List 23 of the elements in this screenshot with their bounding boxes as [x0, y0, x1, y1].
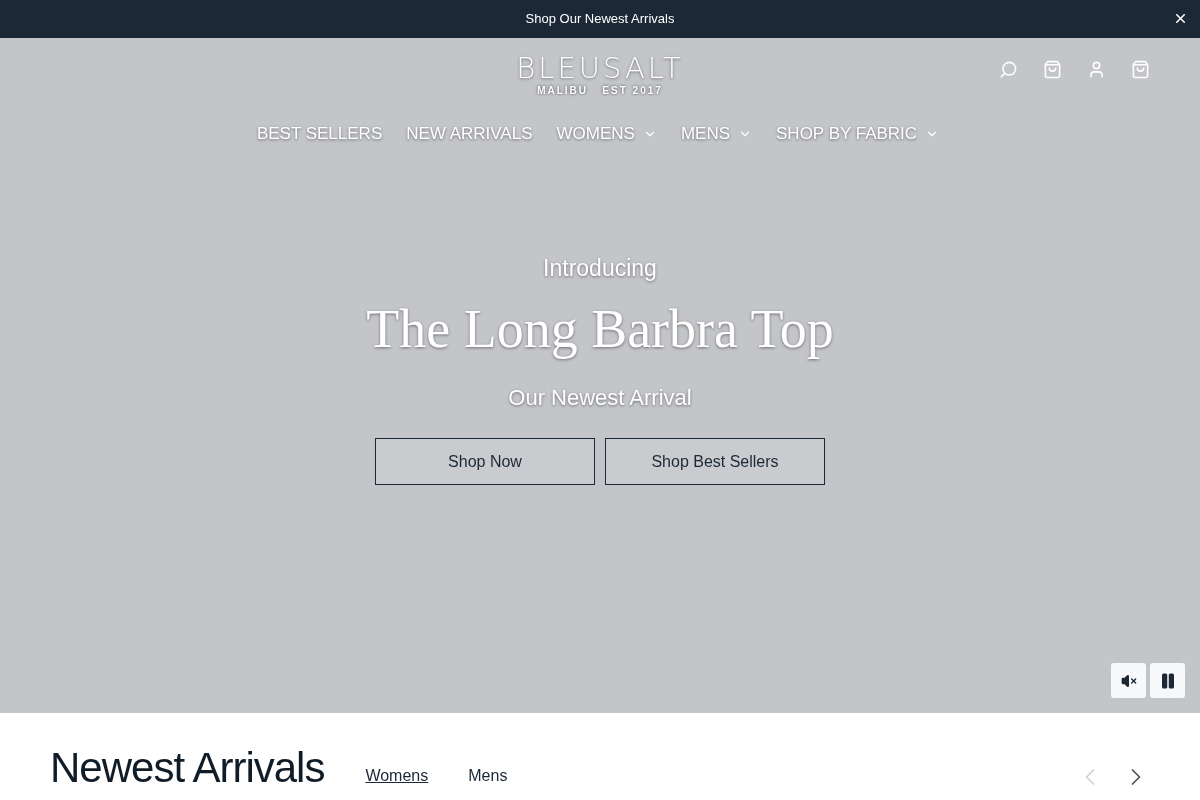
account-icon[interactable] — [1087, 60, 1106, 79]
hero-button[interactable]: Shop Best Sellers — [605, 438, 825, 485]
hero-eyebrow: Introducing — [543, 253, 657, 283]
close-button[interactable] — [1173, 11, 1188, 26]
unmute-button[interactable] — [1111, 663, 1146, 698]
hero-title: The Long Barbra Top — [366, 298, 834, 361]
cart-icon[interactable] — [1131, 60, 1150, 79]
wishlist-bag-icon[interactable] — [1043, 60, 1062, 79]
nav-link[interactable]: SHOP BY FABRIC — [776, 121, 944, 147]
hero-subtitle: Our Newest Arrival — [508, 384, 692, 412]
nav-link[interactable]: BEST SELLERS — [256, 121, 387, 147]
nav-link[interactable]: MENS — [680, 121, 757, 147]
logo[interactable]: BLEUSALT MALIBU EST 2017 — [516, 53, 684, 98]
hero-button[interactable]: Shop Now — [375, 438, 595, 485]
muted-speaker-icon — [1120, 672, 1137, 689]
pause-button[interactable] — [1150, 663, 1185, 698]
category-tab[interactable]: Womens — [365, 764, 429, 788]
announcement-text[interactable]: Shop Our Newest Arrivals — [525, 9, 675, 29]
nav-link[interactable]: NEW ARRIVALS — [406, 121, 537, 147]
search-icon[interactable] — [999, 60, 1018, 79]
nav-link[interactable]: WOMENS — [556, 121, 661, 147]
category-tab[interactable]: Mens — [468, 764, 508, 788]
section-title: Newest Arrivals — [50, 743, 325, 793]
